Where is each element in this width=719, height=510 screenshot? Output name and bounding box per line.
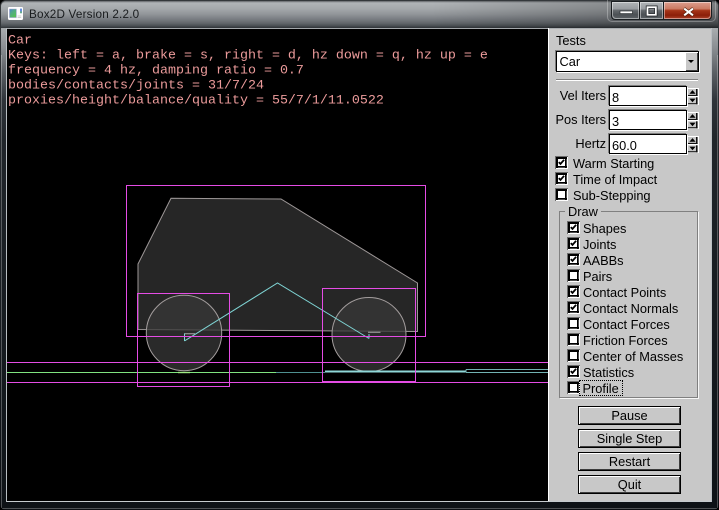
svg-text:frequency = 4 hz, damping rati: frequency = 4 hz, damping ratio = 0.7 — [8, 64, 304, 79]
svg-text:Keys: left = a, brake = s, rig: Keys: left = a, brake = s, right = d, hz… — [8, 49, 488, 64]
svg-text:proxies/height/balance/quality: proxies/height/balance/quality = 55/7/1/… — [8, 94, 384, 109]
svg-text:Car: Car — [8, 34, 32, 49]
svg-text:bodies/contacts/joints = 31/7/: bodies/contacts/joints = 31/7/24 — [8, 79, 264, 94]
